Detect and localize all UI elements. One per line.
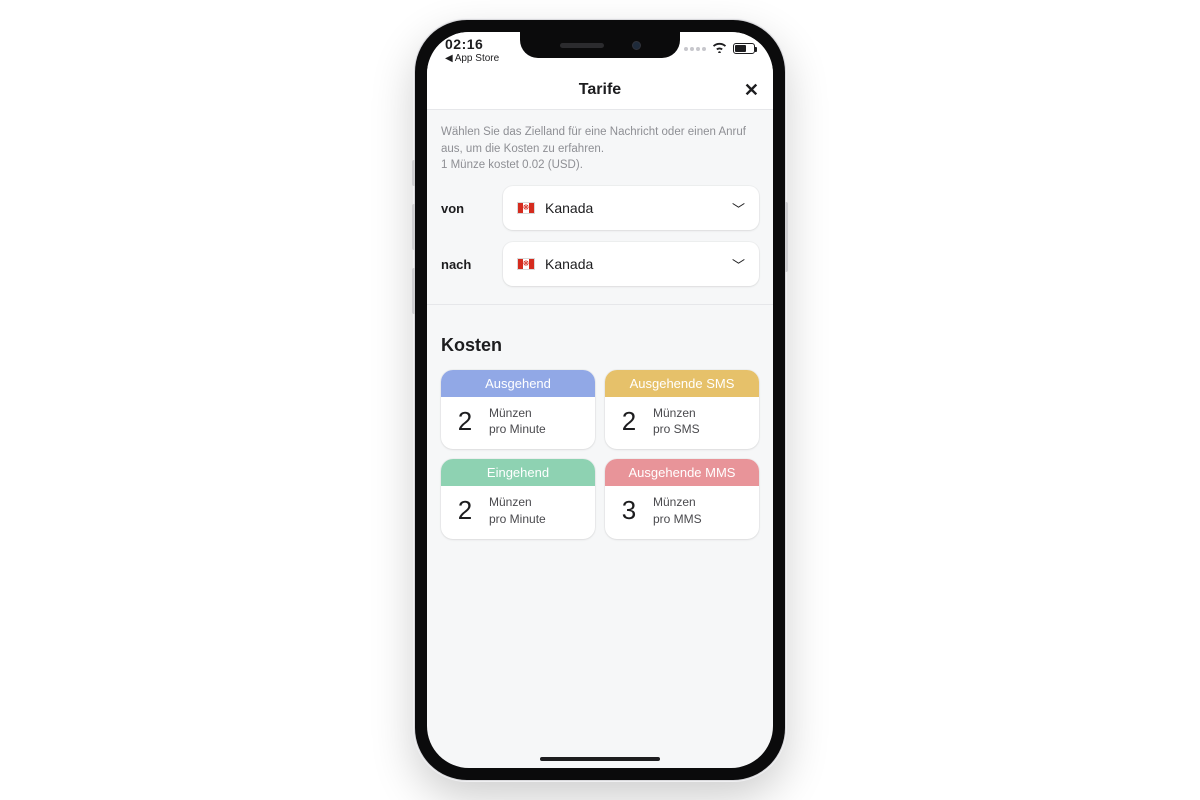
chevron-down-icon: ﹀	[732, 255, 745, 274]
cost-card-outgoing-mms: Ausgehende MMS 3 Münzenpro MMS	[605, 459, 759, 538]
costs-title: Kosten	[441, 335, 759, 356]
card-head: Ausgehende SMS	[605, 370, 759, 397]
nav-header: Tarife ✕	[427, 70, 773, 110]
from-row: von ❋ Kanada ﹀	[441, 186, 759, 230]
destination-selector: Wählen Sie das Zielland für eine Nachric…	[427, 110, 773, 305]
from-country-select[interactable]: ❋ Kanada ﹀	[503, 186, 759, 230]
wifi-icon	[712, 42, 727, 55]
page-title: Tarife	[579, 81, 621, 99]
cost-unit: Münzenpro Minute	[489, 405, 546, 437]
canada-flag-icon: ❋	[517, 258, 535, 270]
back-to-app[interactable]: ◀ App Store	[445, 53, 499, 64]
card-head: Ausgehende MMS	[605, 459, 759, 486]
close-button[interactable]: ✕	[744, 81, 759, 99]
notch	[520, 32, 680, 58]
cost-value: 2	[453, 406, 477, 437]
help-text: Wählen Sie das Zielland für eine Nachric…	[441, 124, 759, 174]
canada-flag-icon: ❋	[517, 202, 535, 214]
back-to-app-label: App Store	[455, 53, 499, 64]
to-country-value: Kanada	[545, 256, 593, 272]
to-row: nach ❋ Kanada ﹀	[441, 242, 759, 286]
cost-unit: Münzenpro Minute	[489, 494, 546, 526]
chevron-left-icon: ◀	[445, 53, 453, 64]
side-button-right	[785, 202, 788, 272]
chevron-down-icon: ﹀	[732, 199, 745, 218]
home-indicator[interactable]	[540, 757, 660, 761]
cost-value: 2	[617, 406, 641, 437]
costs-grid: Ausgehend 2 Münzenpro Minute Ausgehende …	[441, 370, 759, 539]
card-head: Eingehend	[441, 459, 595, 486]
cost-card-outgoing-sms: Ausgehende SMS 2 Münzenpro SMS	[605, 370, 759, 449]
from-label: von	[441, 201, 489, 216]
cost-value: 2	[453, 495, 477, 526]
battery-icon	[733, 43, 755, 54]
help-line-2: 1 Münze kostet 0.02 (USD).	[441, 159, 583, 171]
to-country-select[interactable]: ❋ Kanada ﹀	[503, 242, 759, 286]
from-country-value: Kanada	[545, 200, 593, 216]
status-time: 02:16	[445, 36, 483, 52]
screen: 02:16 ◀ App Store Tarife ✕ Wählen S	[427, 32, 773, 768]
cost-unit: Münzenpro SMS	[653, 405, 700, 437]
card-head: Ausgehend	[441, 370, 595, 397]
cost-unit: Münzenpro MMS	[653, 494, 702, 526]
side-buttons-left	[412, 160, 415, 332]
costs-section: Kosten Ausgehend 2 Münzenpro Minute Ausg…	[427, 305, 773, 768]
cost-value: 3	[617, 495, 641, 526]
phone-frame: 02:16 ◀ App Store Tarife ✕ Wählen S	[415, 20, 785, 780]
cost-card-outgoing-call: Ausgehend 2 Münzenpro Minute	[441, 370, 595, 449]
to-label: nach	[441, 257, 489, 272]
help-line-1: Wählen Sie das Zielland für eine Nachric…	[441, 126, 746, 155]
cellular-dots-icon	[684, 47, 706, 51]
cost-card-incoming-call: Eingehend 2 Münzenpro Minute	[441, 459, 595, 538]
